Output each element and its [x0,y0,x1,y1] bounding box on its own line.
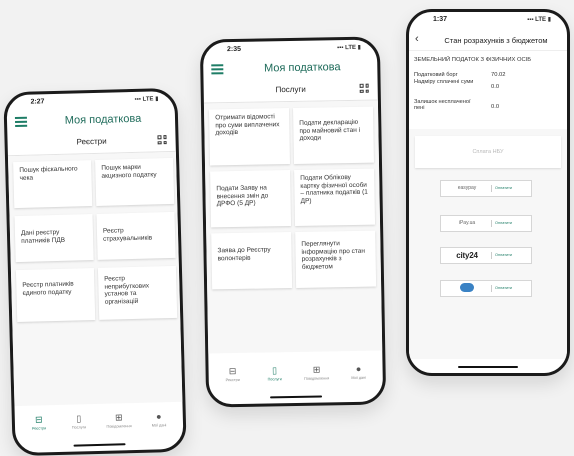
registry-icon: ⊟ [34,414,43,425]
tile-excise-stamp[interactable]: Пошук марки акцизного податку [95,157,175,206]
tiles-grid: Пошук фіскального чека Пошук марки акциз… [7,151,183,407]
nav-registries[interactable]: ⊟ Реєстри [21,414,57,431]
user-icon: ● [355,363,362,374]
easypay-logo: easypay [457,185,477,191]
tile-taxpayer-card[interactable]: Подати Облікову картку фізичної особи – … [294,168,376,226]
phone-budget-settlements: 1:37 ▪▪▪ LTE ▮ ‹ Стан розрахунків з бюдж… [406,9,570,376]
status-bar: 2:35 ▪▪▪ LTE ▮ [217,44,363,59]
row-value: 0.0 [491,104,500,110]
row-label: Залишок несплаченої пені [414,99,471,112]
grid-view-icon[interactable] [157,135,167,145]
row-label: Надміру сплачені суми [414,79,474,85]
tile-insurers-registry[interactable]: Реєстр страхувальників [96,211,176,260]
app-title: Моя податкова [64,112,142,127]
payment-option-bank[interactable]: Оплатити [440,280,532,297]
payment-option-city24[interactable]: city24 Оплатити [440,247,532,264]
inbox-icon: ⊞ [114,412,123,423]
tile-nonprofit-registry[interactable]: Реєстр неприбуткових установ та організа… [97,265,178,320]
app-bar: Моя податкова [7,109,175,133]
tile-property-declaration[interactable]: Подати декларацію про майновий стан і до… [293,106,374,164]
tile-vat-registry[interactable]: Дані реєстру платників ПДВ [14,214,94,263]
section-title: Послуги [275,84,306,95]
ipay-logo: iPay.ua [458,220,476,226]
user-icon: ● [155,411,162,422]
tile-income-info[interactable]: Отримати відомості про суми виплачених д… [209,108,290,166]
nav-my-data[interactable]: ● Мої дані [141,411,177,428]
tiles-grid: Отримати відомості про суми виплачених д… [203,100,383,354]
nav-services[interactable]: ▯ Послуги [257,365,293,382]
status-time: 2:27 [30,98,45,106]
tile-budget-settlements[interactable]: Переглянути інформацію про стан розрахун… [295,230,377,288]
screen-header: ‹ Стан розрахунків з бюджетом [409,32,567,51]
pay-label: Оплатити [495,186,512,190]
nav-messages[interactable]: ⊞ Повідомлення [101,412,137,429]
row-label: Податковий борг [414,72,458,78]
payment-option-ipay[interactable]: iPay.ua Оплатити [440,215,532,232]
status-bar: 1:37 ▪▪▪ LTE ▮ [423,16,553,28]
section-title: Реєстри [76,136,107,147]
tile-drfo-changes[interactable]: Подати Заяву на внесення змін до ДРФО (5… [210,170,292,228]
pay-label: Оплатити [495,286,512,290]
screen-title: Стан розрахунків з бюджетом [444,36,548,45]
section-header: Послуги [203,79,378,104]
signal-indicator: ▪▪▪ LTE ▮ [336,44,362,52]
nav-messages[interactable]: ⊞ Повідомлення [298,364,334,381]
pay-label: Оплатити [495,253,512,257]
bottom-nav: ⊟ Реєстри ▯ Послуги ⊞ Повідомлення ● Мої… [209,363,383,390]
nav-services[interactable]: ▯ Послуги [61,413,97,430]
clipboard-icon: ▯ [76,413,82,424]
pay-label: Оплатити [495,221,512,225]
city24-logo: city24 [456,251,478,260]
app-title: Моя податкова [263,61,341,75]
status-time: 1:37 [433,16,448,23]
grid-view-icon[interactable] [359,83,370,94]
nbu-payment-button[interactable]: Сплата НБУ [415,136,561,168]
menu-icon[interactable] [211,64,224,75]
tax-section-title: ЗЕМЕЛЬНИЙ ПОДАТОК З ФІЗИЧНИХ ОСІБ [414,57,532,63]
payment-option-easypay[interactable]: easypay Оплатити [440,180,532,197]
row-value: 0.0 [491,84,500,90]
phone-registries: 2:27 ▪▪▪ LTE ▮ Моя податкова Реєстри Пош… [3,87,187,456]
phone-services: 2:35 ▪▪▪ LTE ▮ Моя податкова Послуги Отр… [199,36,387,408]
nav-my-data[interactable]: ● Мої дані [340,364,376,381]
bottom-nav: ⊟ Реєстри ▯ Послуги ⊞ Повідомлення ● Мої… [15,411,184,439]
tile-single-tax-registry[interactable]: Реєстр платників єдиного податку [15,268,96,323]
menu-icon[interactable] [14,116,28,127]
signal-indicator: ▪▪▪ LTE ▮ [527,17,551,23]
bank-logo-icon [445,281,489,296]
signal-indicator: ▪▪▪ LTE ▮ [134,96,159,103]
clipboard-icon: ▯ [272,365,278,376]
row-value: 70.02 [491,72,506,78]
tile-fiscal-receipt[interactable]: Пошук фіскального чека [13,160,93,209]
inbox-icon: ⊞ [312,364,321,375]
app-bar: Моя податкова [203,58,377,81]
home-indicator [458,365,518,368]
nav-registries[interactable]: ⊟ Реєстри [215,366,251,383]
home-indicator [270,395,323,399]
registry-icon: ⊟ [228,366,237,377]
tile-volunteer-registry[interactable]: Заява до Реєстру волонтерів [211,232,293,290]
status-time: 2:35 [226,45,242,54]
back-arrow-icon[interactable]: ‹ [415,33,419,45]
status-bar: 2:27 ▪▪▪ LTE ▮ [20,95,160,111]
home-indicator [73,442,126,447]
